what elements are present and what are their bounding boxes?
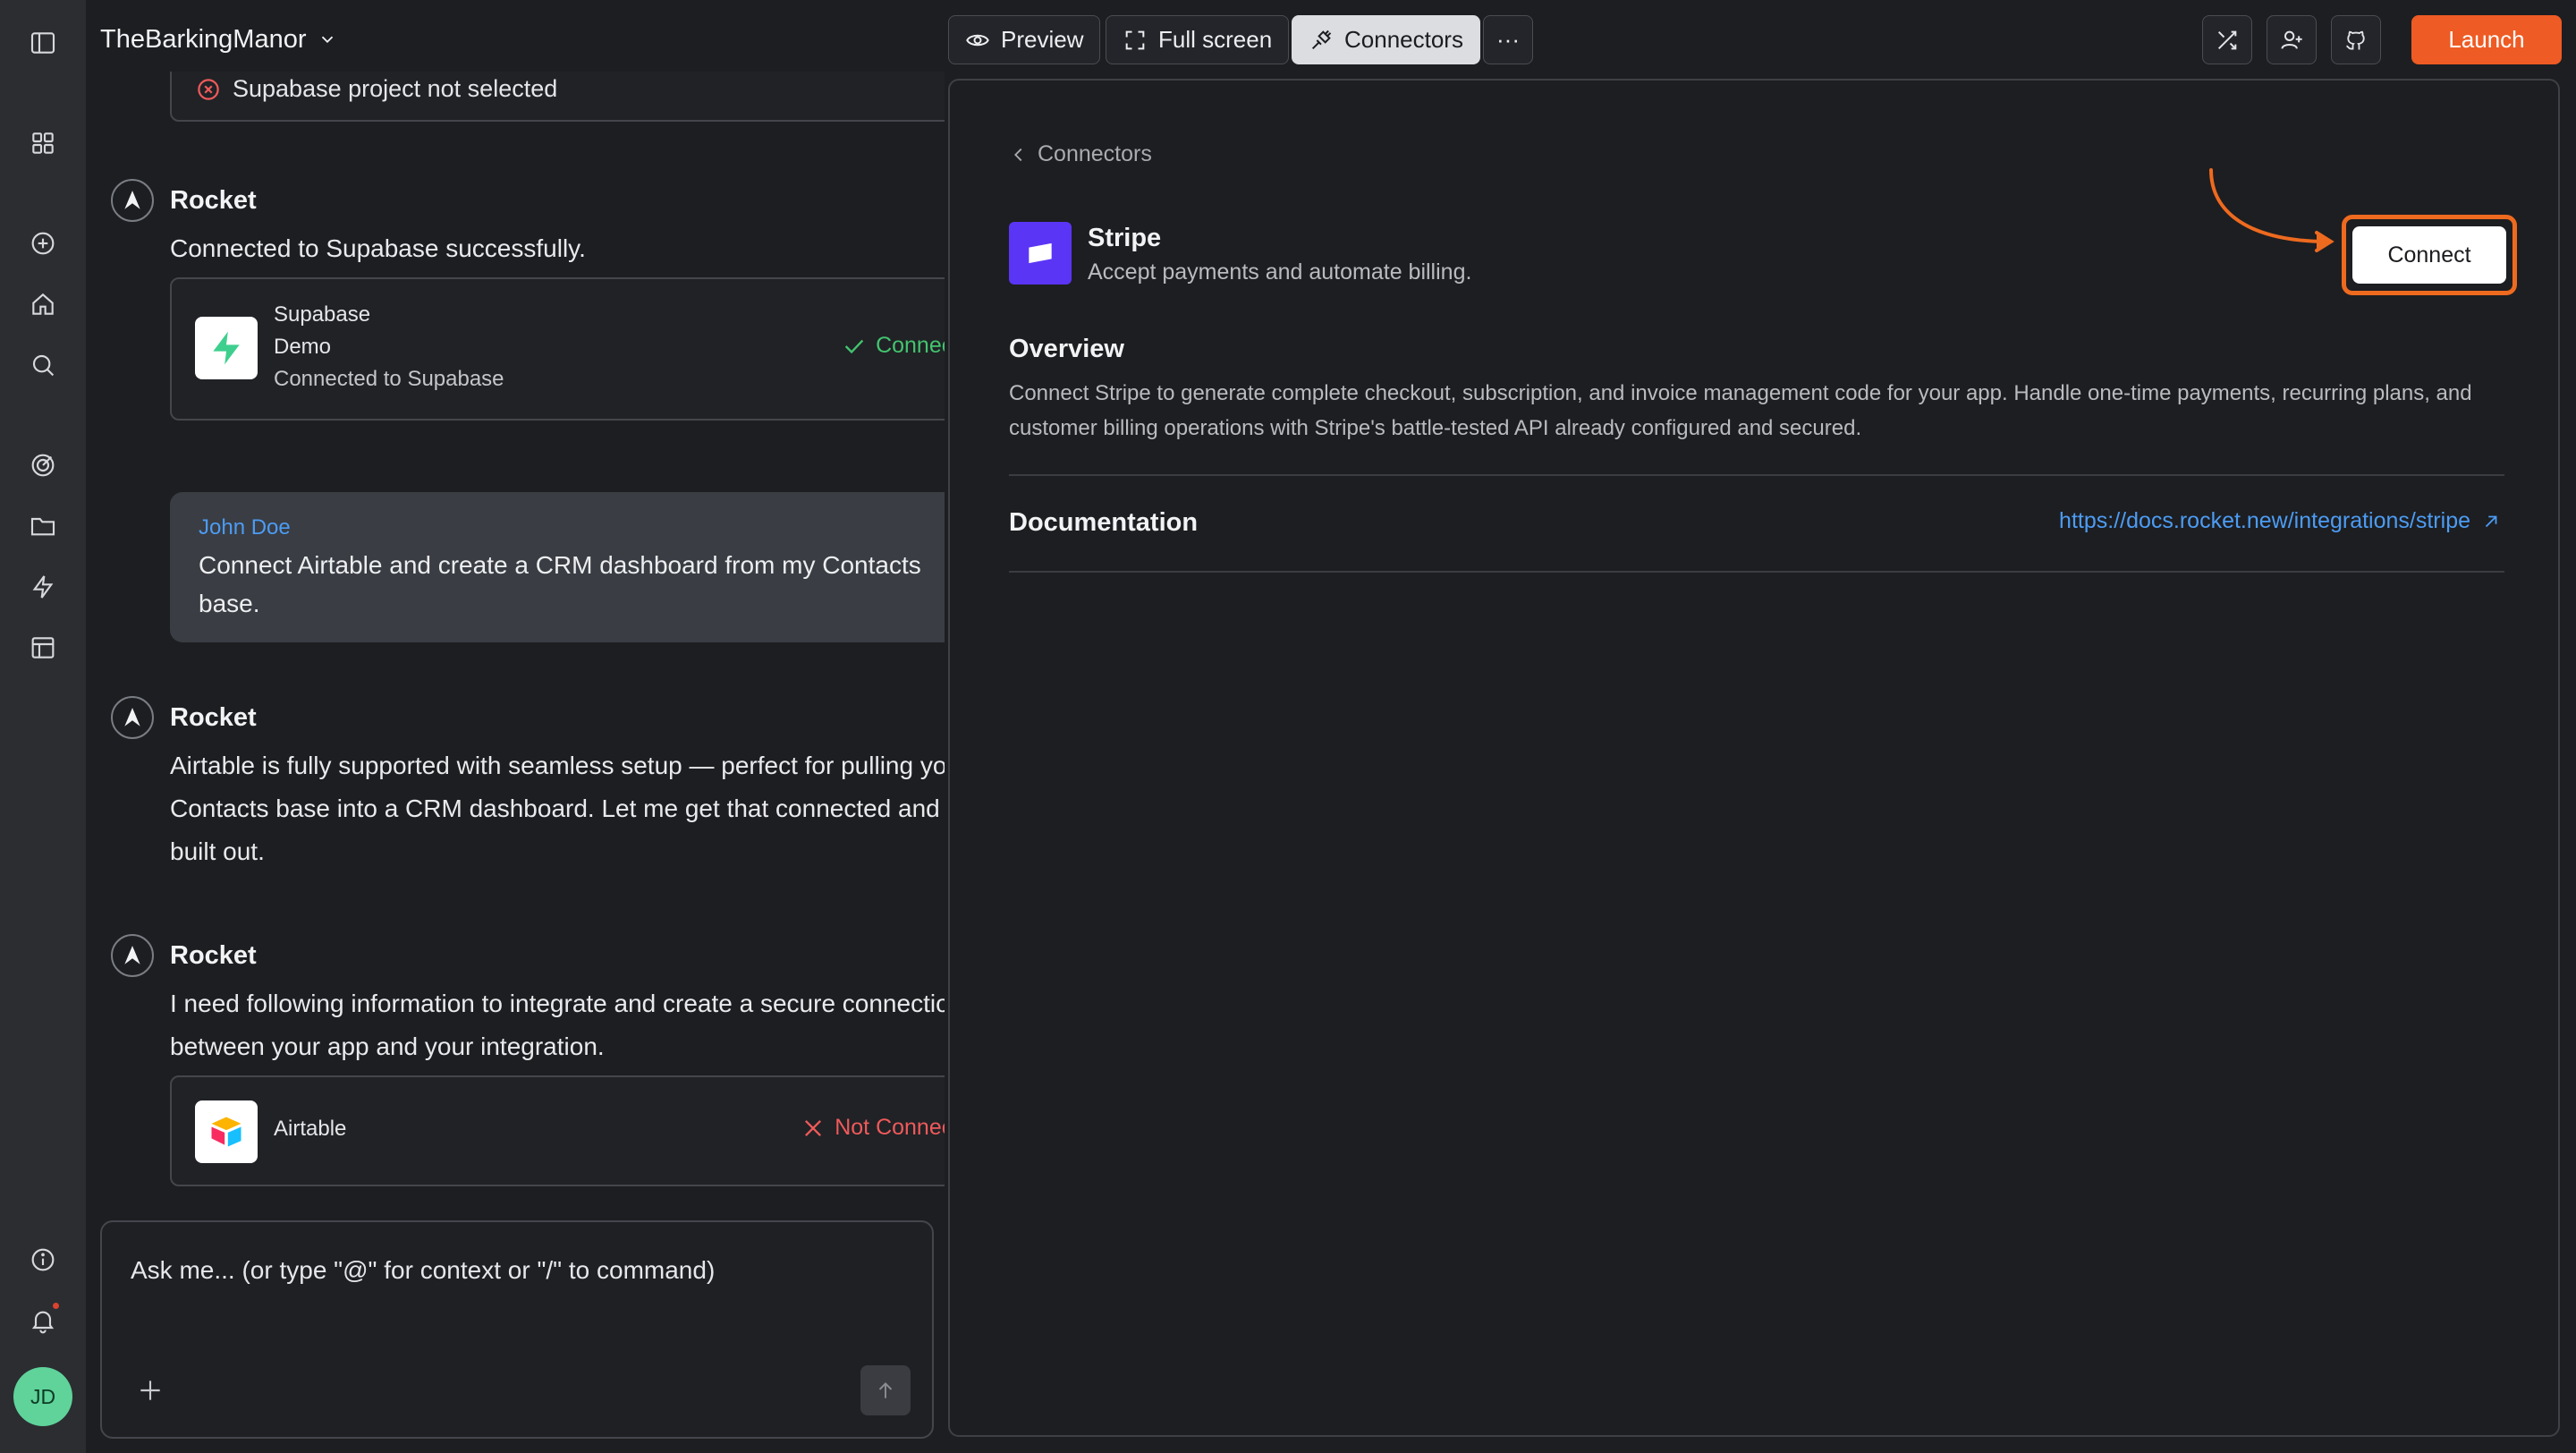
layout-icon[interactable] — [23, 628, 63, 667]
message-author: Rocket — [170, 940, 257, 970]
connect-button[interactable]: Connect — [2352, 226, 2506, 284]
arrow-up-icon — [878, 1382, 893, 1398]
divider — [1009, 571, 2504, 573]
message-header: Rocket — [111, 179, 257, 222]
chat-input[interactable]: Ask me... (or type "@" for context or "/… — [131, 1256, 715, 1285]
documentation-url: https://docs.rocket.new/integrations/str… — [2059, 508, 2470, 533]
chevron-left-icon — [1014, 148, 1022, 161]
eye-icon — [966, 34, 989, 46]
project-selector[interactable]: TheBarkingManor — [100, 21, 337, 57]
launch-button[interactable]: Launch — [2411, 15, 2562, 64]
user-message-text: Connect Airtable and create a CRM dashbo… — [199, 551, 921, 617]
preview-label: Preview — [1001, 26, 1084, 53]
chevron-down-icon — [321, 36, 333, 44]
preview-button[interactable]: Preview — [948, 15, 1101, 64]
connectors-button[interactable]: Connectors — [1292, 15, 1480, 64]
folder-icon[interactable] — [23, 506, 63, 546]
send-button[interactable] — [860, 1365, 911, 1415]
connected-status-label: Connected — [876, 333, 945, 358]
message-author: Rocket — [170, 185, 257, 215]
card-title: Supabase — [274, 302, 371, 327]
grid-icon[interactable] — [23, 123, 63, 163]
project-name: TheBarkingManor — [100, 24, 307, 54]
message-header: Rocket — [111, 934, 257, 977]
invite-user-button[interactable] — [2267, 15, 2317, 64]
external-link-icon — [2485, 515, 2497, 527]
rocket-logo-icon — [111, 179, 154, 222]
ellipsis-icon: ··· — [1496, 26, 1520, 53]
fullscreen-label: Full screen — [1158, 26, 1273, 53]
notification-dot — [53, 1303, 59, 1309]
error-circle-icon — [198, 78, 219, 100]
rocket-logo-icon — [111, 696, 154, 739]
chat-thread[interactable]: Supabase project not selected Rocket Con… — [86, 72, 945, 1208]
airtable-connection-card[interactable]: Airtable Not Connected — [170, 1075, 945, 1186]
airtable-logo-icon — [195, 1100, 258, 1163]
sidebar-toggle-icon[interactable] — [23, 23, 63, 63]
more-options-button[interactable]: ··· — [1483, 15, 1533, 64]
fullscreen-button[interactable]: Full screen — [1106, 15, 1290, 64]
overview-text: Connect Stripe to generate complete chec… — [1009, 381, 2472, 440]
plug-icon — [1311, 30, 1332, 49]
github-icon — [2346, 30, 2365, 49]
back-label: Connectors — [1038, 141, 1152, 166]
message-text: Airtable is fully supported with seamles… — [170, 752, 945, 865]
rocket-logo-icon — [111, 934, 154, 977]
shuffle-button[interactable] — [2202, 15, 2252, 64]
connected-status: Connected — [842, 333, 945, 359]
pointer-arrow-icon — [2209, 168, 2334, 252]
connect-highlight: Connect — [2342, 215, 2517, 295]
check-icon — [844, 339, 864, 353]
overview-title: Overview — [1009, 335, 1124, 363]
bell-icon[interactable] — [23, 1301, 63, 1340]
stripe-logo-icon — [1009, 222, 1072, 285]
user-message: John Doe Connect Airtable and create a C… — [170, 492, 945, 642]
info-icon[interactable] — [23, 1240, 63, 1279]
message-author: Rocket — [170, 702, 257, 732]
supabase-status-text: Supabase project not selected — [233, 75, 558, 102]
message-text: I need following information to integrat… — [170, 990, 945, 1060]
github-button[interactable] — [2331, 15, 2381, 64]
plus-circle-icon[interactable] — [23, 224, 63, 263]
target-icon[interactable] — [23, 446, 63, 485]
search-icon[interactable] — [23, 345, 63, 385]
home-icon[interactable] — [23, 285, 63, 324]
connector-description: Accept payments and automate billing. — [1088, 259, 1472, 285]
user-plus-icon — [2281, 30, 2302, 49]
card-detail: Connected to Supabase — [274, 367, 504, 391]
card-subtitle: Demo — [274, 335, 332, 359]
connector-detail-panel: Connectors Stripe Accept payments and au… — [948, 79, 2560, 1437]
shuffle-icon — [2217, 30, 2237, 49]
bolt-icon[interactable] — [23, 567, 63, 607]
divider — [1009, 474, 2504, 476]
not-connected-status-label: Not Connected — [835, 1115, 945, 1140]
message-text: Connected to Supabase successfully. — [170, 234, 586, 262]
chat-composer[interactable]: Ask me... (or type "@" for context or "/… — [100, 1220, 934, 1439]
close-icon — [805, 1119, 822, 1136]
not-connected-status: Not Connected — [801, 1115, 945, 1141]
avatar[interactable]: JD — [13, 1367, 72, 1426]
supabase-status-card: Supabase project not selected — [170, 72, 945, 122]
supabase-logo-icon — [195, 317, 258, 379]
back-to-connectors-link[interactable]: Connectors — [1009, 141, 1152, 167]
connectors-label: Connectors — [1344, 26, 1463, 53]
plus-icon[interactable] — [136, 1376, 165, 1405]
message-header: Rocket — [111, 696, 257, 739]
expand-icon — [1125, 30, 1145, 49]
documentation-link[interactable]: https://docs.rocket.new/integrations/str… — [2059, 508, 2501, 534]
user-name: John Doe — [199, 515, 291, 540]
documentation-title: Documentation — [1009, 508, 1199, 537]
supabase-connection-card[interactable]: Supabase Demo Connected to Supabase Conn… — [170, 277, 945, 421]
card-title: Airtable — [274, 1117, 347, 1141]
left-rail: JD — [0, 0, 86, 1453]
connector-name: Stripe — [1088, 224, 1162, 252]
